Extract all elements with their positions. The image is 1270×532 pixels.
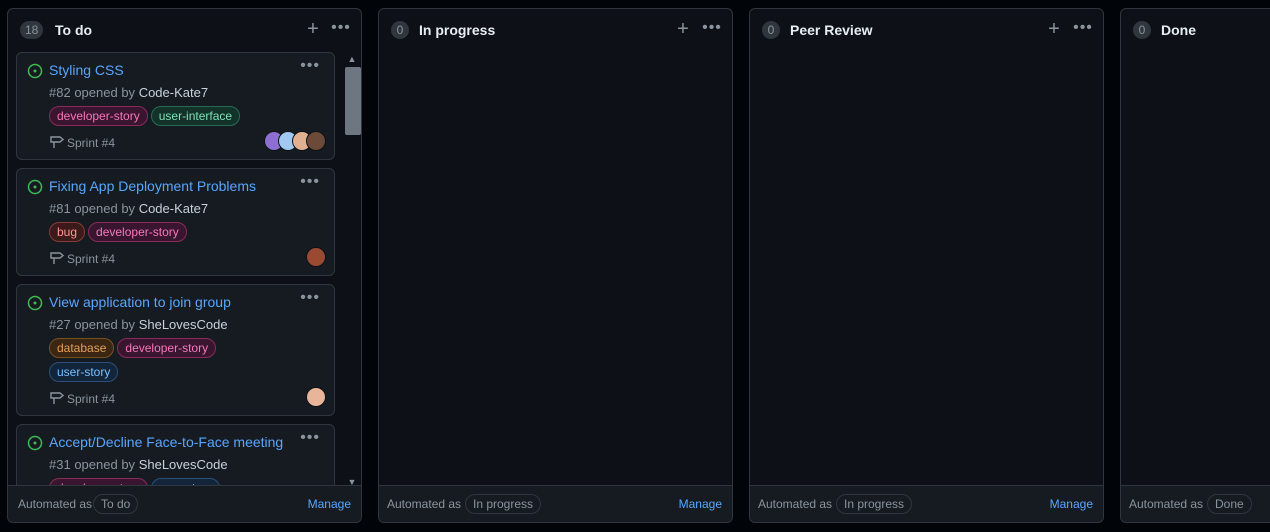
column-header: 0 Done xyxy=(1121,9,1270,53)
label-bug[interactable]: bug xyxy=(49,222,86,242)
automation-state-badge: To do xyxy=(93,494,139,514)
issue-opened-icon xyxy=(27,63,43,79)
issue-title[interactable]: View application to join group xyxy=(49,294,231,310)
milestone[interactable]: Sprint #4 xyxy=(49,250,115,266)
avatar[interactable] xyxy=(306,387,326,407)
issue-meta: #31 opened by SheLovesCode xyxy=(49,457,228,472)
issue-number: #31 xyxy=(49,457,71,472)
issue-card[interactable]: Fixing App Deployment Problems ••• #81 o… xyxy=(16,168,335,276)
automated-label: Automated as xyxy=(18,497,93,511)
issue-author[interactable]: Code-Kate7 xyxy=(139,201,208,216)
column-title: In progress xyxy=(419,22,496,38)
issue-author[interactable]: SheLovesCode xyxy=(139,457,228,472)
automation-state-badge: Done xyxy=(1207,494,1252,514)
column-menu-icon[interactable]: ••• xyxy=(701,19,723,41)
scroll-thumb[interactable] xyxy=(345,67,361,135)
automation-state-badge: In progress xyxy=(465,494,542,514)
card-menu-icon[interactable]: ••• xyxy=(300,173,320,191)
issue-card[interactable]: View application to join group ••• #27 o… xyxy=(16,284,335,416)
opened-by-text: opened by xyxy=(74,85,136,100)
column-done: 0 Done Automated as Done xyxy=(1120,8,1270,523)
column-count: 0 xyxy=(391,21,409,39)
card-menu-icon[interactable]: ••• xyxy=(300,289,320,307)
milestone-label: Sprint #4 xyxy=(67,392,116,406)
issue-number: #27 xyxy=(49,317,71,332)
column-header: 0 In progress + ••• xyxy=(379,9,732,53)
issue-author[interactable]: SheLovesCode xyxy=(139,317,228,332)
issue-card[interactable]: Accept/Decline Face-to-Face meeting ••• … xyxy=(16,424,335,487)
column-footer: Automated as To do Manage xyxy=(8,485,361,522)
automated-label: Automated as xyxy=(387,497,462,511)
opened-by-text: opened by xyxy=(74,457,136,472)
column-count: 0 xyxy=(762,21,780,39)
milestone-icon xyxy=(50,392,65,404)
issue-meta: #82 opened by Code-Kate7 xyxy=(49,85,208,100)
column-menu-icon[interactable]: ••• xyxy=(330,19,352,41)
column-header: 18 To do + ••• xyxy=(8,9,361,53)
column-count: 0 xyxy=(1133,21,1151,39)
column-header: 0 Peer Review + ••• xyxy=(750,9,1103,53)
column-peer-review: 0 Peer Review + ••• Automated as In prog… xyxy=(749,8,1104,523)
plus-icon[interactable]: + xyxy=(672,19,694,41)
label-database[interactable]: database xyxy=(49,338,115,358)
avatar[interactable] xyxy=(306,131,326,151)
issue-title[interactable]: Fixing App Deployment Problems xyxy=(49,178,256,194)
manage-automation-link[interactable]: Manage xyxy=(679,497,722,511)
automated-label: Automated as xyxy=(758,497,833,511)
column-title: Peer Review xyxy=(790,22,873,38)
label-list: bug developer-story xyxy=(49,222,329,246)
column-footer: Automated as Done xyxy=(1121,485,1270,522)
milestone-icon xyxy=(50,136,65,148)
assignee-avatars xyxy=(306,247,326,267)
issue-title[interactable]: Accept/Decline Face-to-Face meeting xyxy=(49,434,283,450)
issue-author[interactable]: Code-Kate7 xyxy=(139,85,208,100)
issue-opened-icon xyxy=(27,295,43,311)
issue-opened-icon xyxy=(27,435,43,451)
plus-icon[interactable]: + xyxy=(302,19,324,41)
label-developer-story[interactable]: developer-story xyxy=(117,338,217,358)
column-count: 18 xyxy=(20,21,44,39)
issue-opened-icon xyxy=(27,179,43,195)
column-title: To do xyxy=(55,22,93,38)
issue-title[interactable]: Styling CSS xyxy=(49,62,124,78)
label-developer-story[interactable]: developer-story xyxy=(88,222,187,242)
milestone[interactable]: Sprint #4 xyxy=(49,390,115,406)
card-list: Styling CSS ••• #82 opened by Code-Kate7… xyxy=(16,52,336,487)
column-title: Done xyxy=(1161,22,1196,38)
milestone-label: Sprint #4 xyxy=(67,136,116,150)
opened-by-text: opened by xyxy=(74,317,136,332)
issue-meta: #81 opened by Code-Kate7 xyxy=(49,201,208,216)
chevron-up-icon[interactable]: ▲ xyxy=(347,54,357,64)
column-in-progress: 0 In progress + ••• Automated as In prog… xyxy=(378,8,733,523)
column-footer: Automated as In progress Manage xyxy=(750,485,1103,522)
label-list: developer-story user-interface xyxy=(49,106,329,130)
issue-number: #81 xyxy=(49,201,71,216)
label-list: database developer-story user-story xyxy=(49,338,329,386)
assignee-avatars xyxy=(264,131,326,151)
scrollbar[interactable]: ▲ ▼ xyxy=(344,52,361,487)
milestone-icon xyxy=(50,252,65,264)
label-user-story[interactable]: user-story xyxy=(49,362,119,382)
plus-icon[interactable]: + xyxy=(1043,19,1065,41)
issue-number: #82 xyxy=(49,85,71,100)
milestone[interactable]: Sprint #4 xyxy=(49,134,115,150)
manage-automation-link[interactable]: Manage xyxy=(308,497,351,511)
issue-meta: #27 opened by SheLovesCode xyxy=(49,317,228,332)
label-developer-story[interactable]: developer-story xyxy=(49,106,148,126)
milestone-label: Sprint #4 xyxy=(67,252,116,266)
column-menu-icon[interactable]: ••• xyxy=(1072,19,1094,41)
card-menu-icon[interactable]: ••• xyxy=(300,429,320,447)
issue-card[interactable]: Styling CSS ••• #82 opened by Code-Kate7… xyxy=(16,52,335,160)
assignee-avatars xyxy=(306,387,326,407)
card-menu-icon[interactable]: ••• xyxy=(300,57,320,75)
opened-by-text: opened by xyxy=(74,201,136,216)
label-user-interface[interactable]: user-interface xyxy=(150,106,241,126)
manage-automation-link[interactable]: Manage xyxy=(1050,497,1093,511)
automated-label: Automated as xyxy=(1129,497,1204,511)
avatar[interactable] xyxy=(306,247,326,267)
column-todo: 18 To do + ••• Styling CSS ••• #82 opene… xyxy=(7,8,362,523)
column-footer: Automated as In progress Manage xyxy=(379,485,732,522)
automation-state-badge: In progress xyxy=(836,494,913,514)
